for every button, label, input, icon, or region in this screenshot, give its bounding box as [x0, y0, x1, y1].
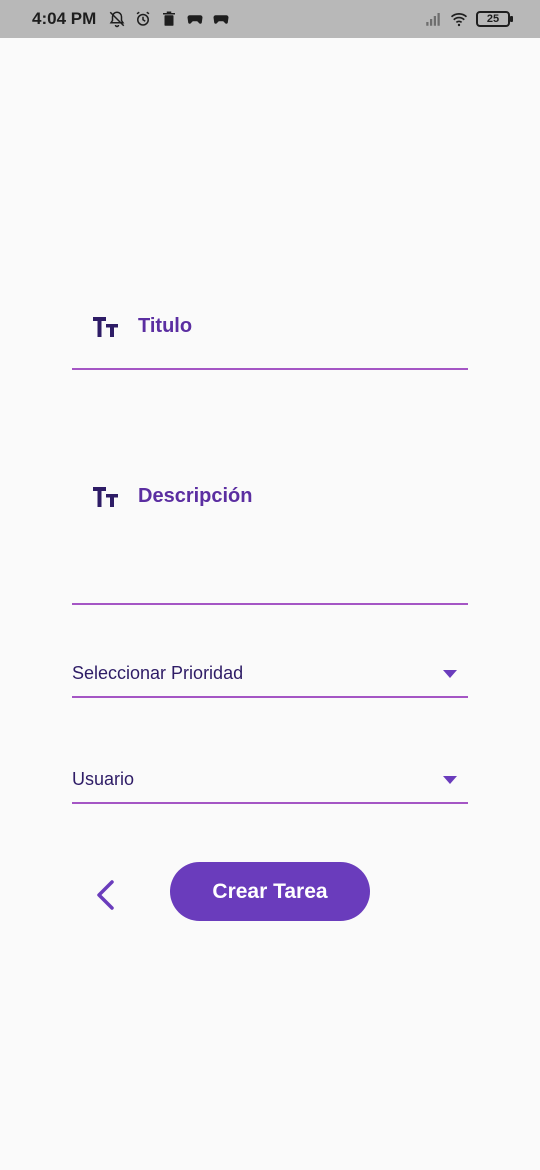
title-label: Titulo [138, 314, 193, 337]
signal-icon [426, 13, 440, 26]
title-label-row: Titulo [92, 314, 192, 338]
status-left: 4:04 PM [32, 9, 230, 29]
bell-off-icon [109, 11, 125, 28]
description-label-row: Descripción [92, 484, 252, 508]
priority-placeholder: Seleccionar Prioridad [72, 662, 244, 683]
description-field[interactable]: Descripción [72, 470, 468, 605]
text-fields-icon [93, 317, 118, 337]
game-controller-icon [213, 15, 229, 24]
battery-level: 25 [486, 13, 500, 25]
user-dropdown[interactable]: Usuario [72, 758, 468, 804]
status-right: 25 [424, 10, 513, 28]
user-placeholder: Usuario [72, 768, 135, 789]
back-button[interactable] [90, 878, 120, 912]
wifi-icon [450, 13, 468, 27]
trash-icon [163, 11, 176, 26]
priority-dropdown[interactable]: Seleccionar Prioridad [72, 652, 468, 698]
status-time: 4:04 PM [32, 9, 97, 28]
chevron-left-icon [97, 880, 114, 910]
title-field[interactable]: Titulo [72, 300, 468, 370]
text-fields-icon [93, 487, 118, 507]
status-bar: 4:04 PM 25 [0, 0, 540, 38]
description-label: Descripción [138, 484, 253, 507]
alarm-icon [136, 11, 150, 26]
game-controller-icon [187, 15, 203, 24]
create-task-button[interactable]: Crear Tarea [170, 862, 370, 921]
battery-icon: 25 [476, 11, 513, 27]
caret-down-icon [443, 776, 457, 784]
caret-down-icon [443, 670, 457, 678]
